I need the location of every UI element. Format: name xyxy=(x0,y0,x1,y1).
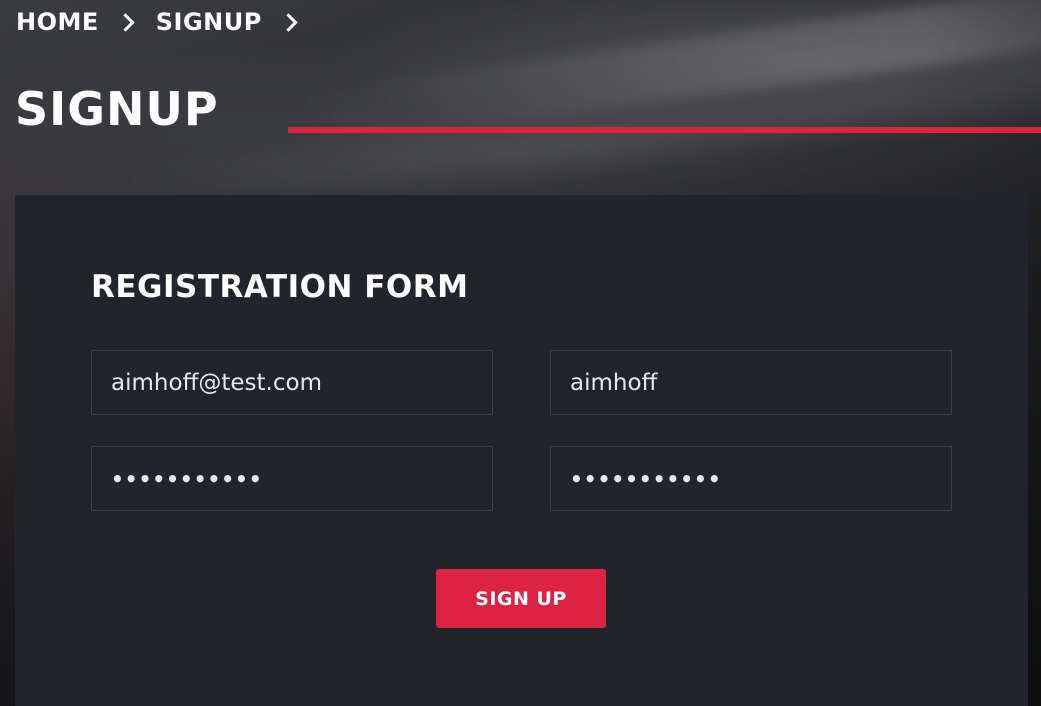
form-title: REGISTRATION FORM xyxy=(91,269,469,305)
password-value: ••••••••••• xyxy=(111,466,263,491)
registration-card: REGISTRATION FORM aimhoff@test.com aimho… xyxy=(15,195,1028,706)
password-field[interactable]: ••••••••••• xyxy=(91,446,493,511)
chevron-right-icon xyxy=(116,12,135,32)
confirm-password-field[interactable]: ••••••••••• xyxy=(550,446,952,511)
username-value: aimhoff xyxy=(570,369,658,396)
username-field[interactable]: aimhoff xyxy=(550,350,952,415)
sign-up-button[interactable]: SIGN UP xyxy=(436,569,606,628)
page-title: SIGNUP xyxy=(15,82,219,136)
title-underline xyxy=(288,127,1041,133)
breadcrumb: HOME SIGNUP xyxy=(16,8,319,36)
breadcrumb-home-link[interactable]: HOME xyxy=(16,8,99,36)
email-value: aimhoff@test.com xyxy=(111,369,322,396)
confirm-password-value: ••••••••••• xyxy=(570,466,722,491)
breadcrumb-signup-link[interactable]: SIGNUP xyxy=(156,8,262,36)
email-field[interactable]: aimhoff@test.com xyxy=(91,350,493,415)
chevron-right-icon xyxy=(279,12,298,32)
